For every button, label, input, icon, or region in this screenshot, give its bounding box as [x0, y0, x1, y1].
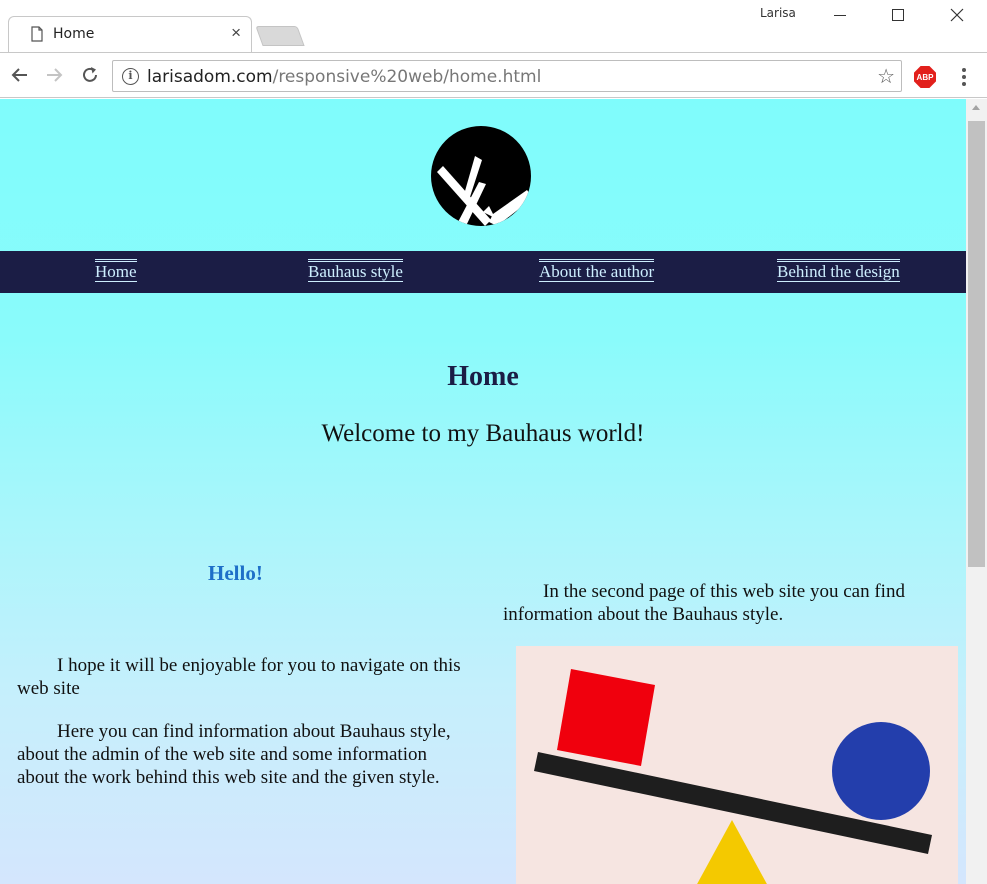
- forward-button[interactable]: [42, 63, 66, 87]
- hello-heading: Hello!: [208, 561, 263, 585]
- maximize-icon: [892, 9, 904, 21]
- browser-toolbar: i larisadom.com/responsive%20web/home.ht…: [0, 52, 987, 98]
- url-host: larisadom.com: [147, 67, 273, 87]
- red-square: [557, 669, 655, 766]
- reload-icon: [83, 67, 97, 82]
- profile-name[interactable]: Larisa: [760, 6, 796, 20]
- maximize-button[interactable]: [875, 0, 921, 30]
- close-window-button[interactable]: [934, 0, 980, 30]
- scroll-thumb[interactable]: [968, 121, 985, 567]
- minimize-icon: [834, 14, 846, 16]
- arrow-left-icon: [11, 68, 27, 82]
- page-title: Home: [447, 361, 519, 392]
- nav-link-bauhaus-style[interactable]: Bauhaus style: [308, 259, 403, 282]
- page-viewport: Home Bauhaus style About the author Behi…: [0, 99, 966, 884]
- close-icon: [950, 8, 964, 22]
- welcome-text: Welcome to my Bauhaus world!: [321, 420, 645, 447]
- nav-link-about-author[interactable]: About the author: [539, 259, 655, 282]
- back-button[interactable]: [8, 63, 32, 87]
- reload-button[interactable]: [78, 63, 102, 87]
- site-navigation: Home Bauhaus style About the author Behi…: [0, 251, 966, 293]
- new-tab-button[interactable]: [255, 26, 305, 46]
- bookmark-star-icon[interactable]: ☆: [877, 64, 895, 89]
- info-paragraph: Here you can find information about Bauh…: [17, 721, 451, 788]
- menu-dot: [962, 75, 966, 79]
- url-path: /responsive%20web/home.html: [272, 67, 542, 87]
- address-bar[interactable]: i larisadom.com/responsive%20web/home.ht…: [112, 60, 902, 92]
- site-logo: [431, 126, 531, 226]
- url-text[interactable]: larisadom.com/responsive%20web/home.html: [147, 67, 541, 87]
- bauhaus-illustration: [516, 646, 958, 884]
- close-tab-icon[interactable]: ×: [231, 24, 241, 41]
- intro-paragraph: I hope it will be enjoyable for you to n…: [17, 655, 461, 699]
- vertical-scrollbar[interactable]: [966, 99, 987, 884]
- tab-title: Home: [53, 26, 95, 42]
- document-icon: [31, 26, 43, 42]
- browser-tab-home[interactable]: Home ×: [8, 16, 252, 52]
- blue-circle: [832, 722, 930, 820]
- nav-link-behind-design[interactable]: Behind the design: [777, 259, 900, 282]
- menu-dot: [962, 68, 966, 72]
- info-icon[interactable]: i: [122, 68, 139, 85]
- adblock-extension-icon[interactable]: ABP: [914, 66, 936, 88]
- arrow-right-icon: [47, 68, 63, 82]
- second-page-paragraph: In the second page of this web site you …: [503, 581, 905, 625]
- minimize-button[interactable]: [817, 0, 863, 30]
- scroll-up-arrow-icon[interactable]: [972, 105, 980, 110]
- browser-titlebar: Home × Larisa: [0, 0, 987, 52]
- nav-link-home[interactable]: Home: [95, 259, 137, 282]
- menu-dot: [962, 82, 966, 86]
- browser-menu-icon[interactable]: [956, 65, 972, 89]
